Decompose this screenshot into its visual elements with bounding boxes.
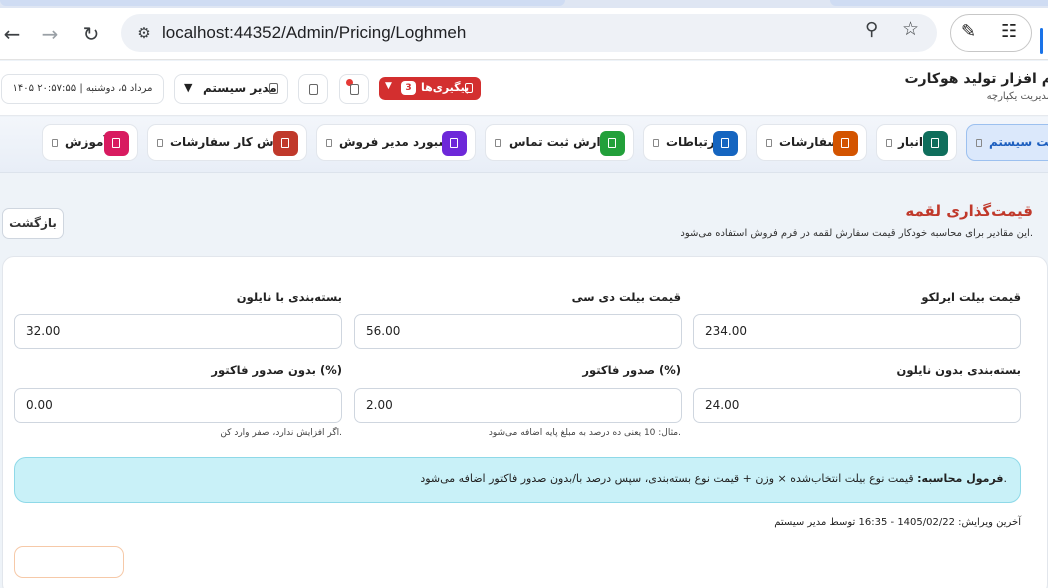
back-arrow-icon[interactable]: ← [0, 18, 28, 50]
reload-icon[interactable]: ↻ [75, 18, 107, 50]
module-orders[interactable]: سفارشات [756, 124, 867, 161]
module-call-report[interactable]: گزارش ثبت تماس [485, 124, 634, 161]
followups-label: پیگیری‌ها [421, 81, 470, 94]
user-menu[interactable]: ▼ مدیر سیستم [174, 74, 288, 104]
module-training[interactable]: آموزش [42, 124, 138, 161]
browser-tab-active[interactable] [0, 0, 565, 6]
zoom-icon[interactable]: ⚲ [865, 19, 878, 40]
orders-icon [833, 131, 858, 156]
module-small-icon [495, 139, 501, 147]
invoice-percent-hint: مثال: 10 یعنی ده درصد به مبلغ پایه اضافه… [488, 428, 681, 438]
dc-price-label: قیمت بیلت دی سی [571, 290, 681, 304]
no-invoice-percent-input[interactable]: 0.00 [14, 388, 342, 423]
date-time-display: ۱۴۰۵ مرداد ۵، دوشنبه | ۲۰:۵۷:۵۵ [1, 74, 164, 104]
no-invoice-percent-hint: اگر افزایش ندارد، صفر وارد کن. [220, 428, 342, 438]
browser-tabstrip [0, 0, 1048, 8]
invoice-percent-input[interactable]: 2.00 [354, 388, 682, 423]
browser-tab[interactable] [830, 0, 1048, 6]
module-order-workflow[interactable]: گردش کار سفارشات [147, 124, 307, 161]
call-report-icon [600, 131, 625, 156]
back-button[interactable]: بازگشت [2, 208, 64, 239]
no-nylon-packaging-label: بسته‌بندی بدون نایلون [896, 363, 1022, 377]
communications-icon [713, 131, 738, 156]
module-label: ارتباطات [666, 135, 719, 149]
chevron-down-icon: ▼ [184, 81, 193, 94]
bell-icon [350, 84, 359, 95]
app-header: م افزار تولید هوکارت مدیریت یکپارچه ۱۴۰۵… [0, 61, 1048, 116]
module-communications[interactable]: ارتباطات [643, 124, 747, 161]
url-text[interactable]: localhost:44352/Admin/Pricing/Loghmeh [162, 23, 466, 43]
module-label: آموزش [65, 135, 108, 149]
module-small-icon [157, 139, 163, 147]
dc-price-input[interactable]: 56.00 [354, 314, 682, 349]
formula-info-box: فرمول محاسبه: قیمت نوع بیلت انتخاب‌شده ×… [14, 457, 1021, 503]
module-sales-dashboard[interactable]: داشبورد مدیر فروش [316, 124, 476, 161]
header-square-button[interactable] [298, 74, 328, 104]
module-label: سفارشات [779, 135, 840, 149]
training-icon [104, 131, 129, 156]
module-small-icon [326, 139, 332, 147]
extensions-group: ✎ ☷ [950, 14, 1032, 52]
module-small-icon [886, 139, 892, 147]
pen-icon[interactable]: ✎ [961, 21, 976, 42]
page-description: این مقادیر برای محاسبه خودکار قیمت سفارش… [680, 228, 1033, 239]
followups-icon [465, 83, 473, 93]
user-name: مدیر سیستم [203, 81, 277, 95]
square-icon [309, 84, 318, 95]
site-info-icon[interactable]: ⚙ [129, 18, 159, 48]
brand-subtitle: مدیریت یکپارچه [986, 91, 1048, 102]
user-icon [269, 83, 278, 94]
chevron-down-icon: ▼ [385, 81, 392, 91]
last-edit-info: آخرین ویرایش: 1405/02/22 - 16:35 توسط مد… [774, 517, 1021, 528]
page-title: قیمت‌گذاری لقمه [905, 202, 1033, 220]
module-small-icon [52, 139, 58, 147]
formula-heading: فرمول محاسبه: [917, 472, 1004, 485]
warehouse-icon [923, 131, 948, 156]
browser-toolbar: ← → ↻ ⚙ localhost:44352/Admin/Pricing/Lo… [0, 8, 1048, 60]
extension-puzzle-icon[interactable]: ☷ [1001, 21, 1017, 42]
nylon-packaging-input[interactable]: 32.00 [14, 314, 342, 349]
side-panel-edge [1040, 28, 1043, 54]
module-nav: ریت سیستم انبار سفارشات ارتباطات گزارش ث… [0, 117, 1048, 173]
no-nylon-packaging-input[interactable]: 24.00 [693, 388, 1021, 423]
forward-arrow-icon[interactable]: → [34, 18, 66, 50]
module-label: ریت سیستم [989, 135, 1048, 149]
invoice-percent-label: صدور فاکتور (%) [582, 363, 681, 377]
bookmark-star-icon[interactable]: ☆ [902, 18, 919, 40]
module-label: انبار [898, 135, 923, 149]
workflow-icon [273, 131, 298, 156]
sales-dashboard-icon [442, 131, 467, 156]
brand-title: م افزار تولید هوکارت [904, 71, 1048, 87]
address-bar[interactable]: ⚙ localhost:44352/Admin/Pricing/Loghmeh … [121, 14, 937, 52]
notifications-button[interactable] [339, 74, 369, 104]
nylon-packaging-label: بسته‌بندی با نایلون [236, 290, 342, 304]
module-small-icon [976, 139, 982, 147]
formula-text: فرمول محاسبه: قیمت نوع بیلت انتخاب‌شده ×… [420, 472, 1007, 485]
followups-button[interactable]: ▼ 3 پیگیری‌ها [379, 77, 481, 100]
module-system-admin[interactable]: ریت سیستم [966, 124, 1048, 161]
module-warehouse[interactable]: انبار [876, 124, 957, 161]
save-button[interactable] [14, 546, 124, 578]
module-small-icon [653, 139, 659, 147]
module-small-icon [766, 139, 772, 147]
followups-count-badge: 3 [401, 81, 416, 95]
airliko-price-input[interactable]: 234.00 [693, 314, 1021, 349]
airliko-price-label: قیمت بیلت ایرلکو [921, 290, 1021, 304]
no-invoice-percent-label: بدون صدور فاکتور (%) [211, 363, 342, 377]
